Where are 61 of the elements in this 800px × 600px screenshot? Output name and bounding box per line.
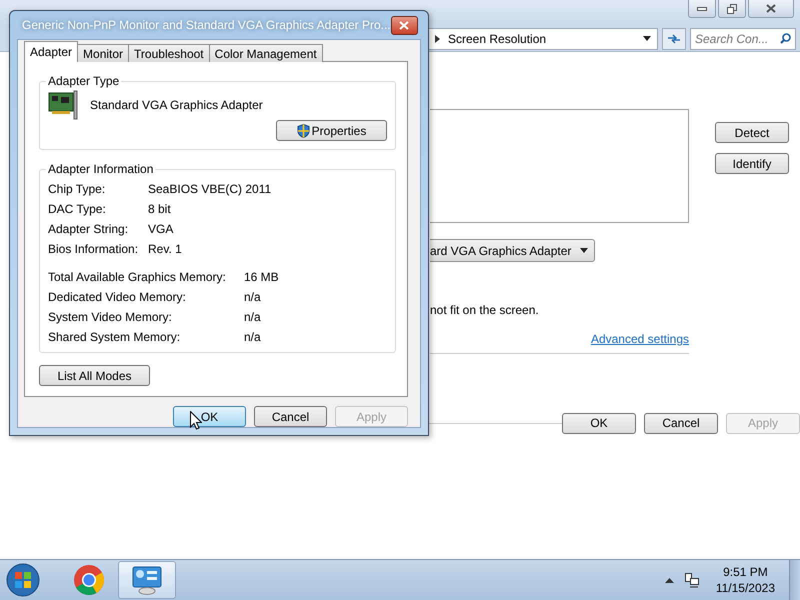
close-button[interactable]: [390, 16, 418, 34]
group-heading: Adapter Type: [47, 74, 120, 88]
restore-button[interactable]: [718, 0, 746, 18]
close-icon: [766, 4, 776, 13]
side-button[interactable]: Identify: [715, 153, 789, 174]
network-icon[interactable]: [684, 572, 700, 588]
list-all-modes-button[interactable]: List All Modes: [39, 365, 150, 386]
info-label: Chip Type:: [48, 182, 106, 196]
memory-value: n/a: [244, 310, 262, 324]
display-dropdown[interactable]: ard VGA Graphics Adapter: [430, 239, 595, 262]
dialog-title: Generic Non-PnP Monitor and Standard VGA Graphics Adapter Pro...: [22, 18, 391, 32]
search-field[interactable]: Search Con...: [690, 28, 796, 50]
chevron-icon: [435, 34, 440, 42]
properties-button[interactable]: Properties: [276, 120, 387, 141]
info-value: 8 bit: [148, 202, 172, 216]
tab[interactable]: Troubleshoot: [128, 44, 210, 62]
info-value: VGA: [148, 222, 174, 236]
resolution-note: not fit on the screen.: [430, 303, 540, 317]
search-icon: [780, 32, 791, 44]
minimize-icon: [697, 6, 707, 10]
advanced-settings-link[interactable]: Advanced settings: [590, 332, 689, 346]
close-icon: [399, 20, 410, 30]
info-value: Rev. 1: [148, 242, 183, 256]
refresh-icon: [667, 34, 681, 44]
info-label: Adapter String:: [48, 222, 130, 236]
dialog-button[interactable]: Cancel: [254, 406, 327, 427]
tab[interactable]: Adapter: [24, 41, 78, 62]
tab[interactable]: Monitor: [77, 44, 130, 62]
adapter-name: Standard VGA Graphics Adapter: [90, 98, 263, 112]
tray-expand-icon[interactable]: [664, 578, 674, 582]
minimize-button[interactable]: [688, 0, 716, 18]
close-button[interactable]: [748, 0, 794, 18]
info-label: Bios Information:: [48, 242, 140, 256]
dialog-button[interactable]: OK: [562, 412, 636, 434]
chrome-icon[interactable]: [73, 564, 105, 596]
memory-value: n/a: [244, 290, 262, 304]
dialog-button[interactable]: Cancel: [644, 412, 718, 434]
breadcrumb-item[interactable]: Screen Resolution: [448, 32, 546, 46]
info-value: SeaBIOS VBE(C) 2011: [148, 182, 272, 196]
memory-label: Shared System Memory:: [48, 330, 182, 344]
taskbar-app[interactable]: [118, 561, 176, 599]
clock[interactable]: 9:51 PM 11/15/2023: [716, 565, 775, 595]
dropdown-arrow-icon[interactable]: [643, 36, 651, 41]
shield-icon: [296, 124, 310, 138]
graphics-card-icon: [48, 90, 80, 120]
memory-value: n/a: [244, 330, 262, 344]
group-heading: Adapter Information: [47, 162, 154, 176]
mouse-cursor-icon: [190, 411, 202, 430]
memory-value: 16 MB: [244, 270, 280, 284]
tab[interactable]: Color Management: [208, 44, 323, 62]
dropdown-arrow-icon: [580, 248, 588, 253]
windows-logo-icon[interactable]: [6, 563, 40, 597]
restore-icon: [727, 4, 737, 14]
memory-label: System Video Memory:: [48, 310, 173, 324]
control-panel-icon[interactable]: [131, 565, 163, 595]
refresh-button[interactable]: [662, 28, 686, 50]
info-label: DAC Type:: [48, 202, 107, 216]
memory-label: Dedicated Video Memory:: [48, 290, 187, 304]
address-bar[interactable]: Screen Resolution: [428, 28, 658, 50]
side-button[interactable]: Detect: [715, 122, 789, 143]
memory-label: Total Available Graphics Memory:: [48, 270, 227, 284]
